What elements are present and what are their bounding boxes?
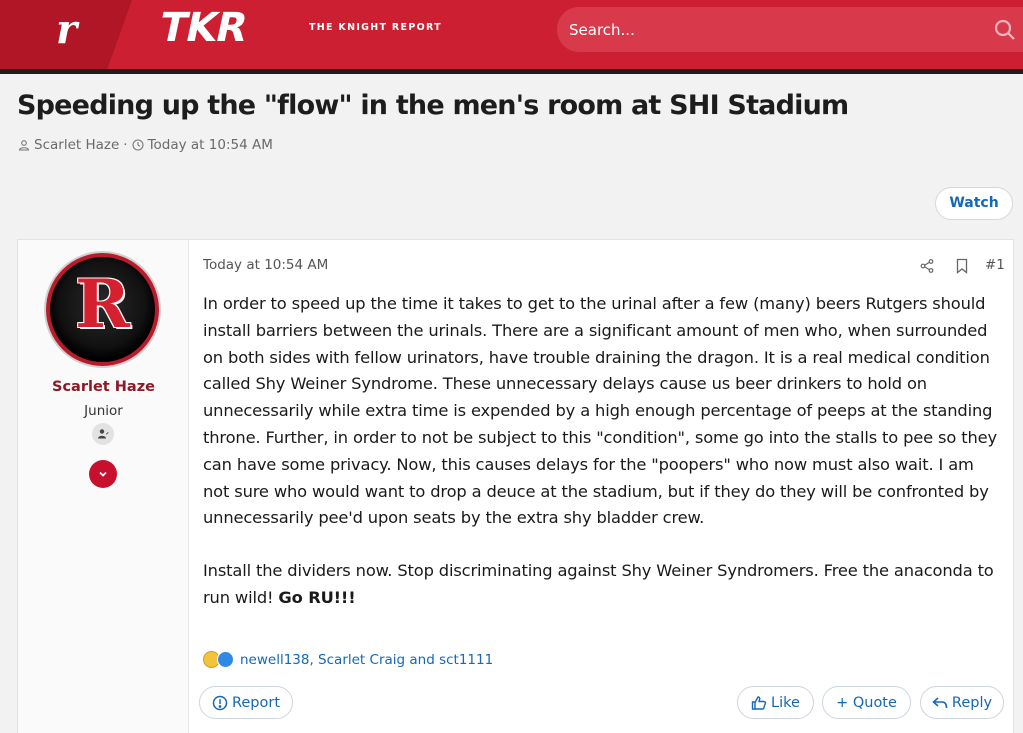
thread-author-link[interactable]: Scarlet Haze	[34, 137, 119, 153]
post-message: In order to speed up the time it takes t…	[203, 291, 1003, 638]
report-button[interactable]: Report	[199, 686, 293, 719]
post-date-link[interactable]: Today at 10:54 AM	[203, 257, 328, 273]
like-reaction-icon	[217, 651, 234, 668]
like-button[interactable]: Like	[737, 686, 814, 719]
search-icon[interactable]	[993, 18, 1017, 42]
quote-button[interactable]: + Quote	[822, 686, 911, 719]
page-title: Speeding up the "flow" in the men's room…	[17, 90, 849, 121]
brand-subtitle[interactable]: THE KNIGHT REPORT	[309, 22, 442, 33]
thread-meta: Scarlet Haze · Today at 10:54 AM	[18, 137, 273, 153]
search-input[interactable]	[569, 17, 969, 43]
report-label: Report	[231, 694, 281, 711]
alert-icon	[212, 695, 228, 710]
post-username[interactable]: Scarlet Haze	[18, 379, 189, 395]
post-number-link[interactable]: #1	[985, 257, 1005, 273]
thumbs-up-icon	[751, 695, 767, 710]
header-logo-block[interactable]: r	[0, 0, 132, 69]
search-bar	[557, 7, 1023, 52]
meta-separator: ·	[123, 137, 128, 153]
reply-icon	[932, 696, 948, 708]
chevron-down-icon[interactable]	[89, 460, 117, 488]
user-icon	[18, 140, 30, 151]
user-badge-icon[interactable]	[92, 423, 114, 445]
watch-button[interactable]: Watch	[935, 187, 1013, 220]
post-bold-text: Go RU!!!	[278, 587, 356, 607]
clock-icon	[132, 139, 144, 151]
quote-label: + Quote	[836, 694, 897, 711]
post-paragraph: Install the dividers now. Stop discrimin…	[203, 558, 1003, 612]
brand-logo[interactable]: TKR	[155, 5, 251, 51]
post-body: Today at 10:54 AM #1 In order to speed u…	[189, 240, 1015, 733]
user-rank: Junior	[84, 403, 123, 419]
site-header: r TKR THE KNIGHT REPORT	[0, 0, 1023, 74]
reply-button[interactable]: Reply	[920, 686, 1004, 719]
avatar[interactable]: R	[46, 253, 159, 366]
reply-label: Reply	[951, 694, 993, 711]
site-logo-letter[interactable]: r	[56, 6, 77, 54]
post-paragraph: In order to speed up the time it takes t…	[203, 294, 997, 528]
post-user-column: R Scarlet Haze Junior	[18, 240, 189, 733]
reactions-bar[interactable]: newell138, Scarlet Craig and sct1111	[203, 651, 493, 668]
share-icon[interactable]	[919, 258, 935, 274]
bookmark-icon[interactable]	[955, 258, 969, 274]
avatar-letter: R	[75, 265, 130, 343]
reactions-users-link[interactable]: newell138, Scarlet Craig and sct1111	[240, 652, 493, 668]
post-card: R Scarlet Haze Junior Today at 10:54 AM	[17, 239, 1014, 733]
like-label: Like	[771, 694, 800, 711]
thread-date-link[interactable]: Today at 10:54 AM	[148, 137, 273, 153]
